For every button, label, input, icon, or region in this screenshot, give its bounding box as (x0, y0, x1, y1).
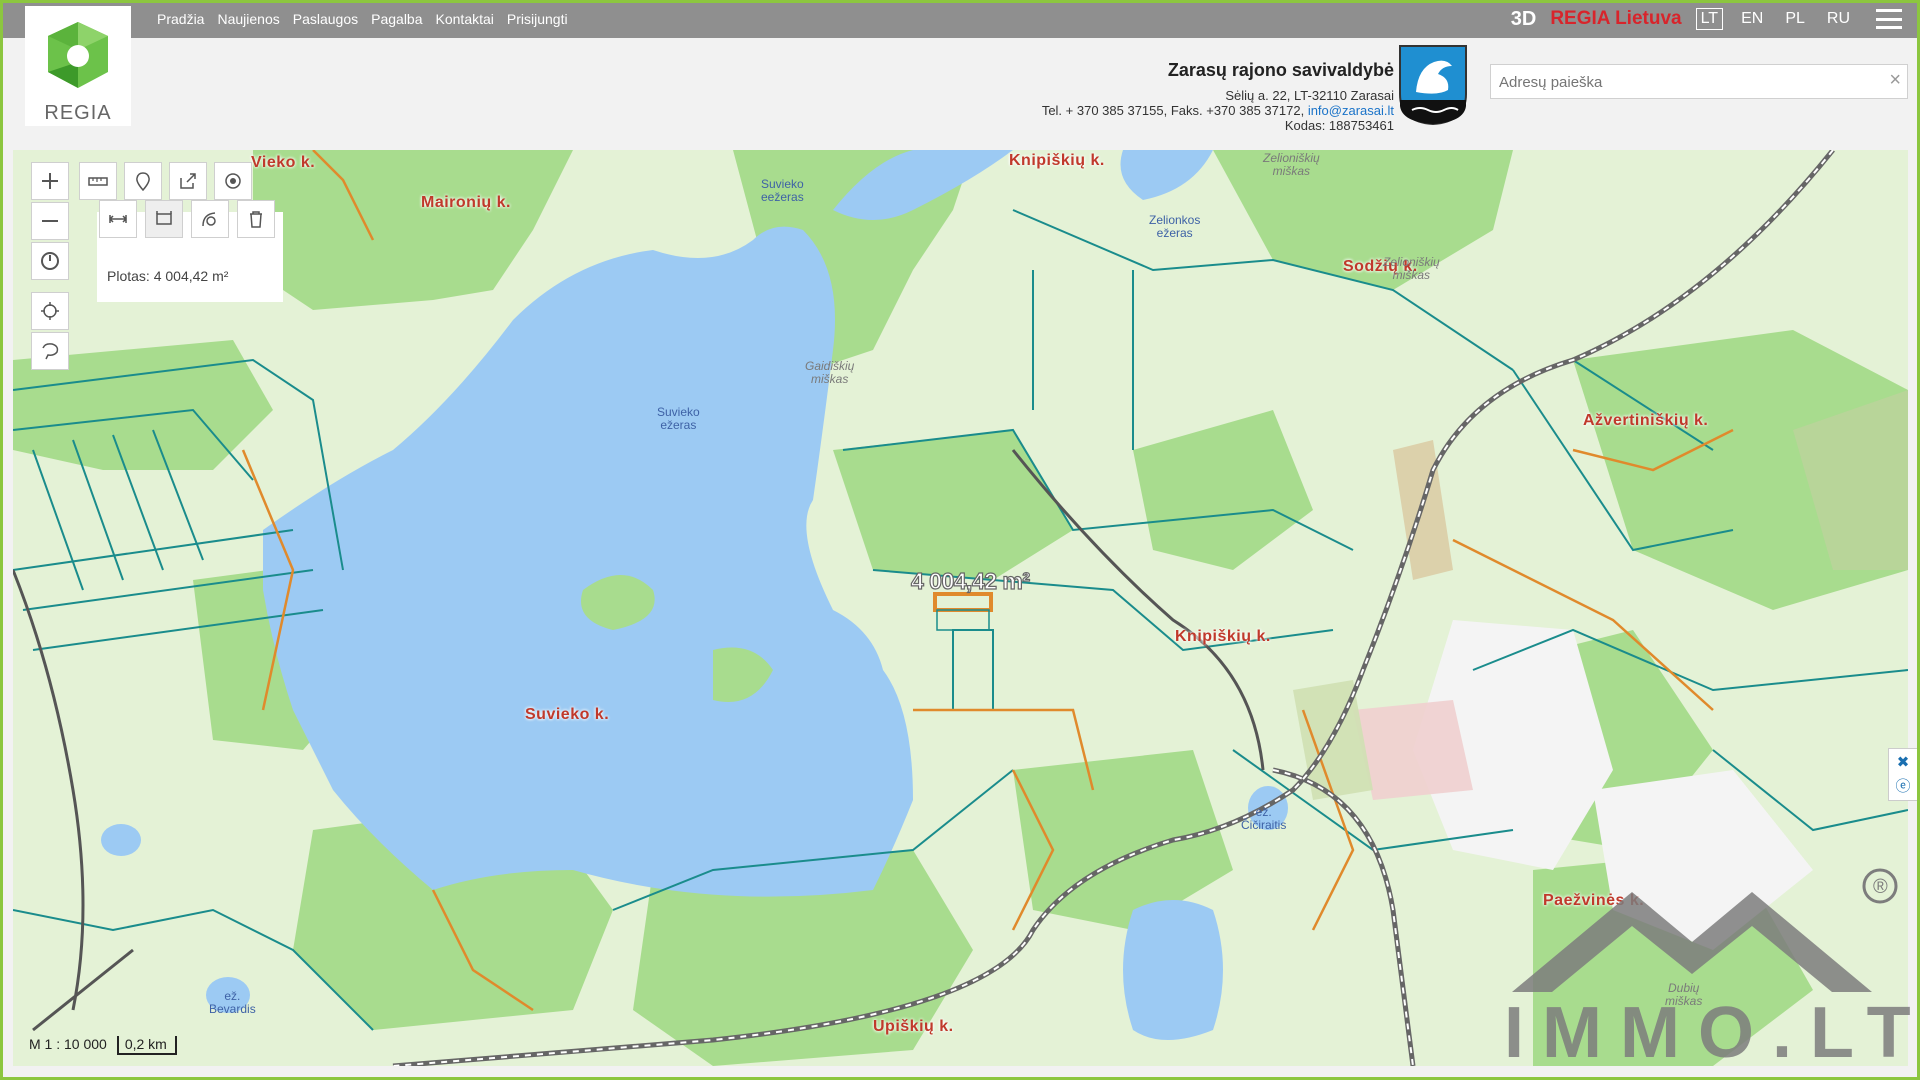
regia-logo[interactable]: REGIA (25, 6, 131, 126)
zoom-in-button[interactable] (31, 162, 69, 200)
lasso-icon (42, 343, 59, 360)
watermark-text: IMMO.LT (1504, 993, 1920, 1073)
share-icon (180, 173, 196, 189)
marker-button[interactable] (124, 162, 162, 200)
measurement-label: 4 004,42 m² (910, 567, 1030, 594)
measure-area-button[interactable] (145, 200, 183, 238)
trash-icon (250, 211, 262, 228)
main-menu: Pradžia Naujienos Paslaugos Pagalba Kont… (157, 0, 568, 38)
place-label: Knipiškių k. (1175, 628, 1271, 645)
place-label: Knipiškių k. (1009, 152, 1105, 169)
radius-icon (202, 212, 216, 227)
menu-item-services[interactable]: Paslaugos (293, 11, 358, 27)
water-label: Zelionkos ežeras (1149, 213, 1201, 240)
select-area-button[interactable] (31, 332, 69, 370)
municipality-info: Zarasų rajono savivaldybė Sėlių a. 22, L… (1042, 58, 1394, 133)
locate-button[interactable] (31, 292, 69, 330)
scale-bar: 0,2 km (116, 1036, 177, 1055)
municipality-code: Kodas: 188753461 (1284, 118, 1394, 133)
address-search-input[interactable] (1497, 65, 1871, 99)
place-label: Vieko k. (251, 154, 316, 171)
place-label: Ažvertiniškių k. (1583, 412, 1709, 429)
regia-lietuva-link[interactable]: REGIA Lietuva (1550, 8, 1681, 30)
menu-item-help[interactable]: Pagalba (371, 11, 422, 27)
area-icon (156, 211, 172, 225)
distance-icon (108, 215, 128, 223)
language-ru[interactable]: RU (1823, 9, 1854, 29)
side-toolbar: ✖ ⓔ (1888, 748, 1918, 801)
map-scale: M 1 : 10 000 0,2 km (29, 1036, 177, 1055)
3d-mode-button[interactable]: 3D (1511, 8, 1537, 31)
top-right-controls: 3D REGIA Lietuva LT EN PL RU (1511, 0, 1902, 38)
area-readout: Plotas: 4 004,42 m² (107, 268, 229, 284)
history-button[interactable] (31, 242, 69, 280)
measure-radius-button[interactable] (191, 200, 229, 238)
water-label: Suvieko eežeras (761, 177, 804, 204)
place-label: Suvieko k. (525, 706, 610, 723)
hamburger-menu-icon[interactable] (1876, 9, 1902, 29)
measure-tool-panel: Plotas: 4 004,42 m² (97, 200, 283, 302)
close-icon[interactable]: ✖ (1897, 753, 1910, 771)
menu-item-login[interactable]: Prisijungti (507, 11, 568, 27)
clock-icon (41, 252, 59, 270)
municipality-contacts: Tel. + 370 385 37155, Faks. +370 385 371… (1042, 103, 1394, 118)
language-en[interactable]: EN (1737, 9, 1767, 29)
clear-measurement-button[interactable] (237, 200, 275, 238)
address-search-box: × (1490, 64, 1908, 99)
minus-icon (42, 220, 58, 222)
share-button[interactable] (169, 162, 207, 200)
water-label: ež. Bevardis (209, 989, 256, 1016)
top-navigation-bar: Pradžia Naujienos Paslaugos Pagalba Kont… (0, 0, 1920, 38)
target-button[interactable] (214, 162, 252, 200)
measure-button[interactable] (79, 162, 117, 200)
search-clear-icon[interactable]: × (1889, 69, 1901, 92)
map-pin-icon (136, 172, 150, 192)
place-label: Maironių k. (421, 194, 511, 211)
ruler-icon (88, 177, 108, 186)
target-icon (225, 173, 241, 189)
crosshair-icon (41, 302, 59, 320)
coat-of-arms-icon (1399, 45, 1467, 126)
measure-distance-button[interactable] (99, 200, 137, 238)
svg-text:®: ® (1873, 876, 1888, 898)
water-label: Suvieko ežeras (657, 405, 700, 432)
forest-label: Zelioniškių miškas (1383, 255, 1440, 282)
municipality-address: Sėlių a. 22, LT-32110 Zarasai (1225, 88, 1394, 103)
plus-icon (42, 173, 58, 189)
scale-ratio: M 1 : 10 000 (29, 1036, 107, 1052)
water-label: ež. Čičiraitis (1241, 805, 1287, 832)
zoom-out-button[interactable] (31, 202, 69, 240)
place-label: Upiškių k. (873, 1018, 954, 1035)
menu-item-news[interactable]: Naujienos (217, 11, 279, 27)
forest-label: Gaidiškių miškas (805, 359, 855, 386)
municipality-name: Zarasų rajono savivaldybė (1167, 60, 1394, 80)
municipality-email-link[interactable]: info@zarasai.lt (1308, 103, 1394, 118)
language-pl[interactable]: PL (1781, 9, 1809, 29)
menu-item-home[interactable]: Pradžia (157, 11, 204, 27)
language-lt[interactable]: LT (1695, 8, 1724, 30)
municipality-phone: Tel. + 370 385 37155, Faks. +370 385 371… (1041, 103, 1308, 118)
menu-item-contacts[interactable]: Kontaktai (436, 11, 494, 27)
regia-logo-icon (48, 22, 108, 88)
logo-text: REGIA (44, 102, 112, 124)
edge-icon[interactable]: ⓔ (1895, 775, 1910, 796)
forest-label: Zelioniškių miškas (1263, 151, 1320, 178)
